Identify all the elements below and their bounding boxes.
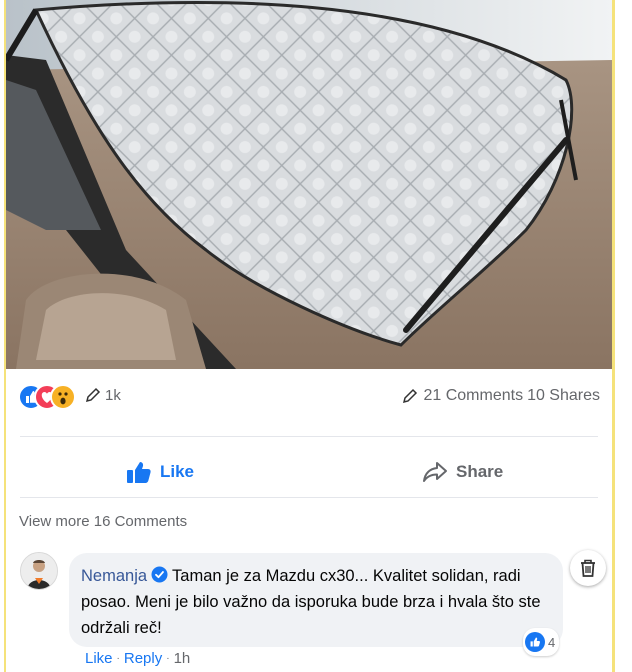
comment-reaction-summary[interactable]: 4 xyxy=(523,628,560,656)
delete-comment-button[interactable] xyxy=(570,550,606,586)
separator-dot: · xyxy=(166,653,170,664)
view-more-comments-link[interactable]: View more 16 Comments xyxy=(19,513,187,530)
comments-count-link[interactable]: 21 Comments xyxy=(423,387,523,405)
like-reaction-icon xyxy=(525,632,545,652)
comment-timestamp[interactable]: 1h xyxy=(174,650,191,667)
post-photo[interactable] xyxy=(6,0,612,369)
comment-body: Nemanja Taman je za Mazdu cx30... Kvalite… xyxy=(81,563,555,641)
comment-text: Taman je za Mazdu cx30... Kvalitet solid… xyxy=(81,567,541,637)
comment-like-link[interactable]: Like xyxy=(85,650,113,667)
comment-reaction-count: 4 xyxy=(548,634,556,650)
pencil-icon xyxy=(403,388,418,404)
comment-meta: Like · Reply · 1h xyxy=(85,650,190,667)
share-arrow-icon xyxy=(423,462,447,482)
comment-reply-link[interactable]: Reply xyxy=(124,650,162,667)
avatar[interactable] xyxy=(20,552,58,590)
thumbs-up-icon xyxy=(127,462,151,483)
comments-shares-summary: 21 Comments 10 Shares xyxy=(401,387,600,405)
separator-dot: · xyxy=(116,653,120,664)
wow-reaction-icon xyxy=(50,384,76,410)
pencil-icon xyxy=(85,387,101,403)
verified-badge-icon xyxy=(151,566,168,583)
card-right-edge xyxy=(612,0,615,672)
reaction-count[interactable]: 1k xyxy=(105,387,121,404)
windshield-cover-illustration xyxy=(6,0,612,369)
share-button-label: Share xyxy=(456,462,504,481)
comment-bubble: Nemanja Taman je za Mazdu cx30... Kvalite… xyxy=(69,553,563,647)
like-button[interactable]: Like xyxy=(126,448,194,496)
user-avatar-image xyxy=(21,553,57,589)
shares-count-link[interactable]: 10 Shares xyxy=(527,387,600,405)
divider xyxy=(20,436,598,437)
post-actions: Like Share xyxy=(18,448,600,496)
reactions-summary: 1k 21 Comments 10 Shares xyxy=(18,380,600,412)
trash-icon xyxy=(581,559,595,577)
divider xyxy=(20,497,598,498)
share-button[interactable]: Share xyxy=(422,448,503,496)
like-button-label: Like xyxy=(160,462,195,481)
comment-author[interactable]: Nemanja xyxy=(81,567,147,585)
